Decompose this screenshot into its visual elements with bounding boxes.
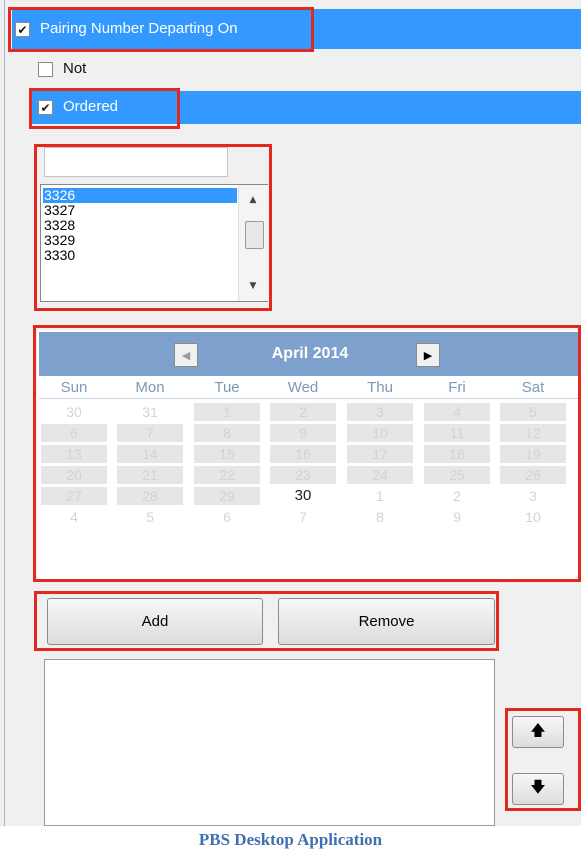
not-label: Not bbox=[63, 60, 87, 77]
annotation-box-pairing bbox=[8, 7, 314, 52]
annotation-box-ordered bbox=[29, 88, 180, 129]
annotation-box-list bbox=[34, 144, 272, 311]
not-checkbox[interactable] bbox=[38, 62, 53, 77]
annotation-box-order bbox=[505, 708, 581, 811]
panel-left-border bbox=[4, 0, 5, 826]
selected-pairings-list[interactable] bbox=[44, 659, 495, 826]
figure-caption: PBS Desktop Application bbox=[198, 830, 383, 849]
annotation-box-buttons bbox=[34, 591, 499, 651]
annotation-box-calendar bbox=[33, 325, 581, 582]
